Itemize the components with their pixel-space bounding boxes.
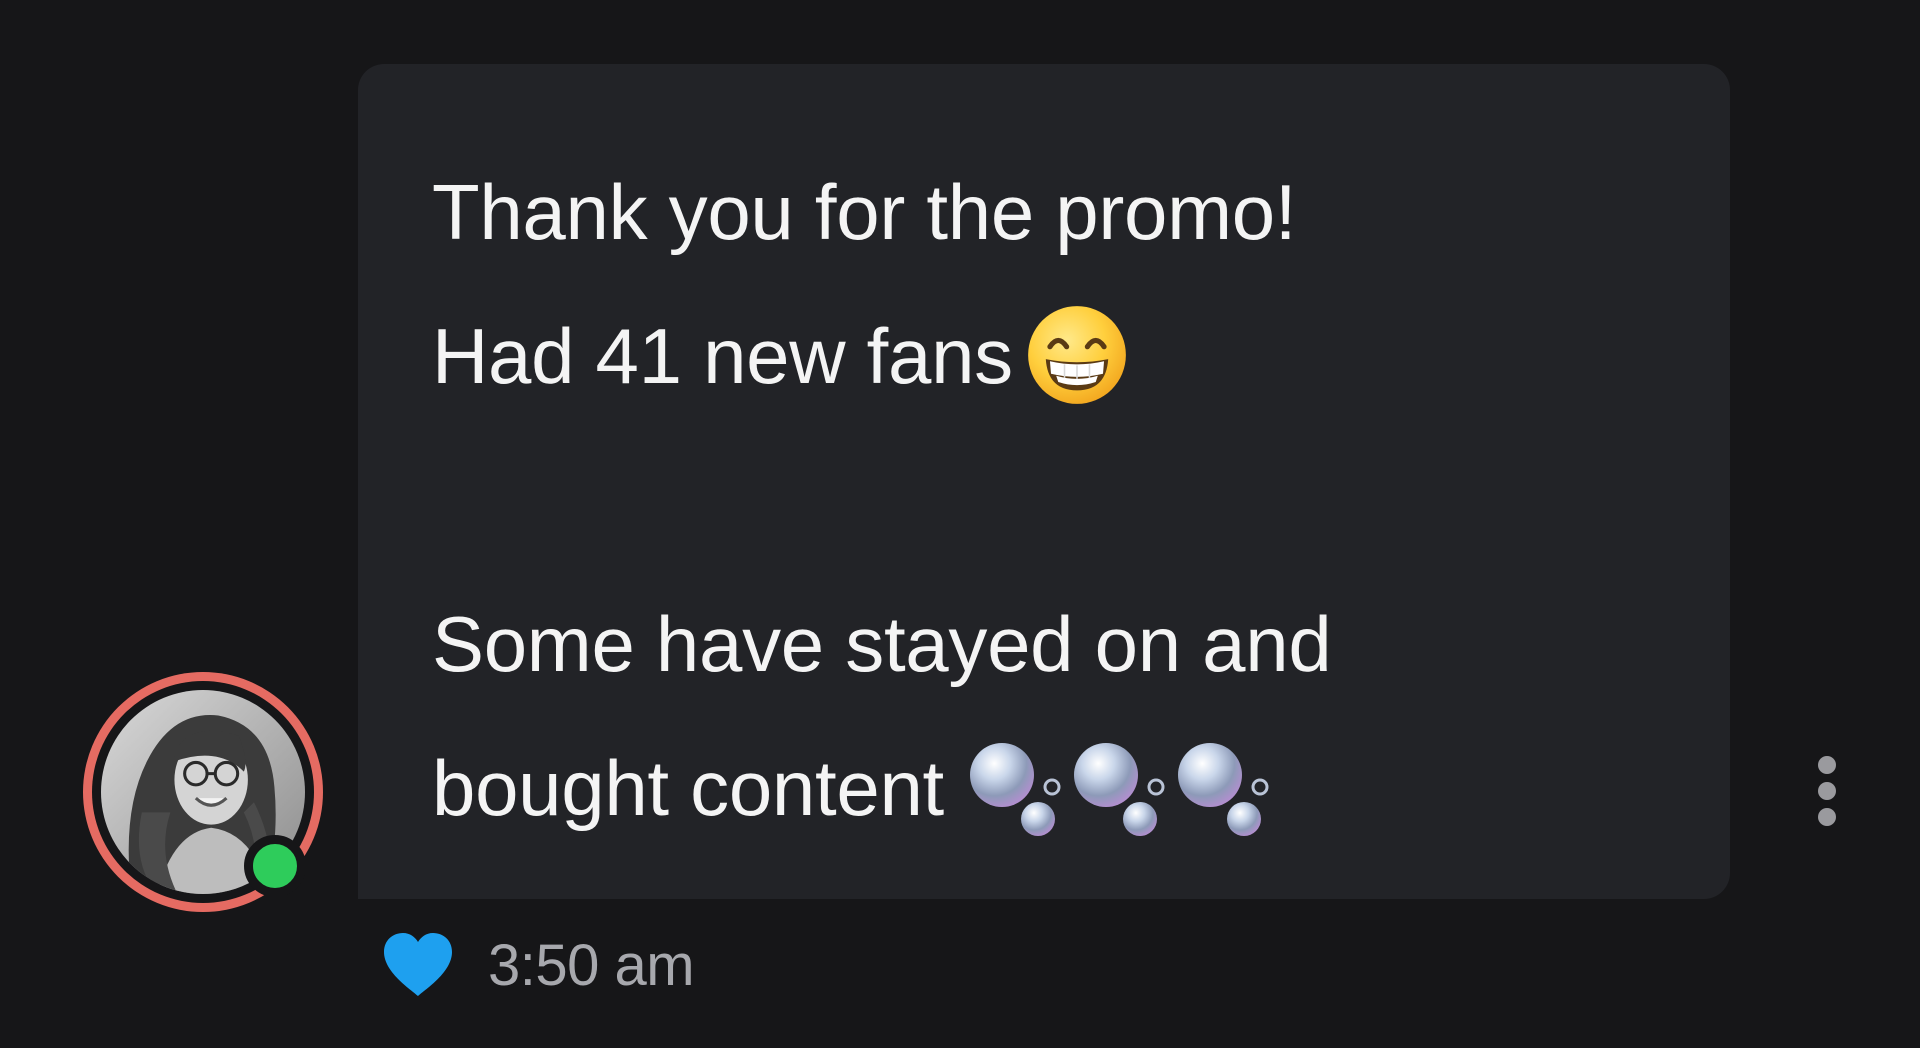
message-options-button[interactable] [1812, 756, 1842, 826]
online-status-indicator [244, 835, 306, 897]
message-line-5-text: bought content [432, 744, 944, 832]
message-text: Thank you for the promo! Had 41 new fans [432, 140, 1672, 860]
bubble-group-3 [1177, 743, 1269, 837]
message-meta: 3:50 am [380, 930, 695, 1000]
message-line-2: Had 41 new fans [432, 284, 1672, 428]
bubbles-emoji [969, 743, 1269, 837]
heart-icon[interactable] [380, 930, 456, 1000]
message-line-5: bought content [432, 716, 1672, 860]
message-line-1: Thank you for the promo! [432, 168, 1297, 256]
message-line-4: Some have stayed on and [432, 600, 1332, 688]
more-vertical-icon-dot [1818, 808, 1836, 826]
grinning-face-emoji [1028, 306, 1126, 405]
more-vertical-icon-dot [1818, 782, 1836, 800]
bubble-group-2 [1073, 743, 1165, 837]
more-vertical-icon [1818, 756, 1836, 774]
bubble-group-1 [969, 743, 1061, 837]
chat-view: Thank you for the promo! Had 41 new fans [0, 0, 1920, 1048]
message-line-2-text: Had 41 new fans [432, 312, 1013, 400]
message-timestamp: 3:50 am [488, 932, 695, 998]
message-line-3 [432, 428, 1672, 572]
